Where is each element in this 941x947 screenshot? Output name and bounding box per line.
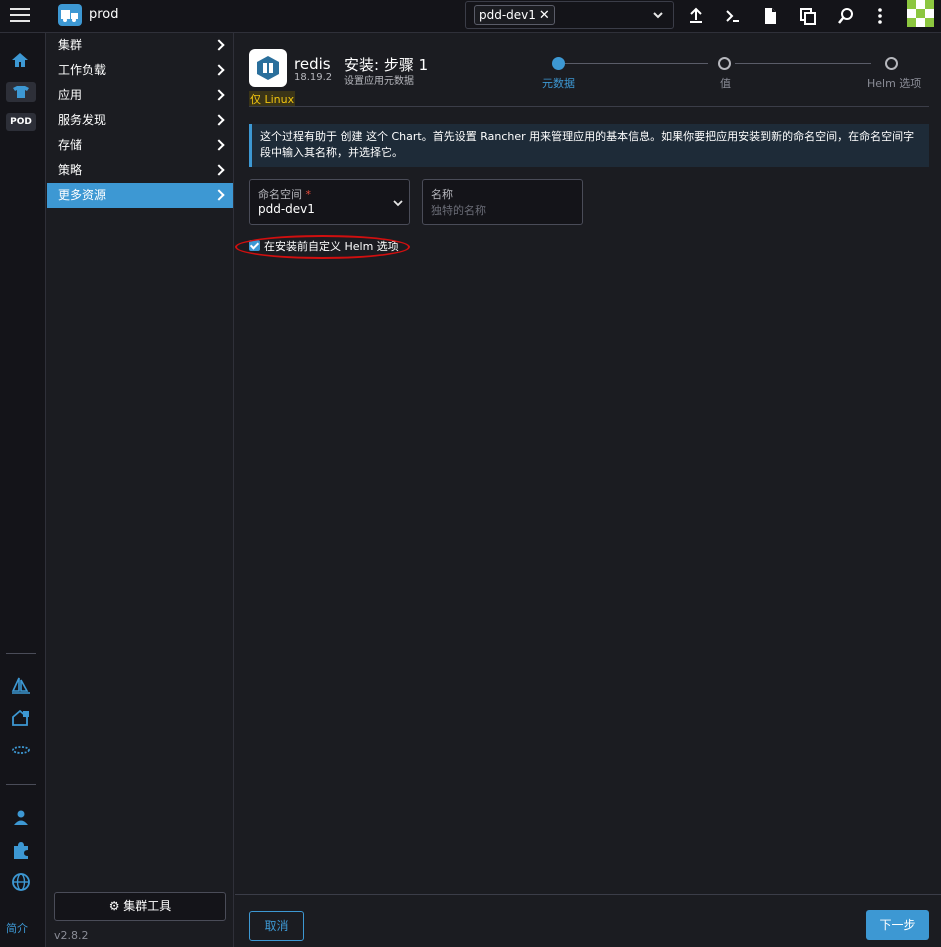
customize-helm-checkbox[interactable]: [249, 240, 260, 251]
kubeconfig-file-icon[interactable]: [759, 5, 781, 27]
side-nav: 集群工作负载应用服务发现存储策略更多资源 ⚙ 集群工具 v2.8.2: [47, 33, 234, 947]
customize-helm-label[interactable]: 在安装前自定义 Helm 选项: [264, 238, 399, 254]
version-label: v2.8.2: [54, 929, 89, 942]
avatar[interactable]: [907, 0, 934, 27]
namespace-value: pdd-dev1: [258, 202, 315, 216]
fleet-sail-icon[interactable]: [10, 676, 32, 696]
import-yaml-icon[interactable]: [685, 5, 707, 27]
chevron-right-icon: [213, 64, 225, 76]
sidebar-item-label: 工作负载: [58, 63, 107, 77]
user-icon[interactable]: [10, 808, 32, 828]
namespace-filter[interactable]: pdd-dev1 ✕: [465, 1, 674, 29]
name-label: 名称: [431, 188, 453, 201]
copy-kubeconfig-icon[interactable]: [797, 5, 819, 27]
footer: 取消 下一步: [235, 894, 941, 947]
sidebar-item[interactable]: 工作负载: [47, 58, 233, 83]
top-bar: prod pdd-dev1 ✕: [0, 0, 941, 33]
main-content: redis 18.19.2 安装: 步骤 1 设置应用元数据 仅 Linux 元…: [235, 33, 941, 947]
namespace-chip[interactable]: pdd-dev1 ✕: [474, 5, 555, 25]
sidebar-item[interactable]: 策略: [47, 158, 233, 183]
wizard-step-label-values[interactable]: 值: [720, 75, 731, 91]
divider: [6, 653, 36, 654]
network-chain-icon[interactable]: [10, 740, 32, 760]
about-link[interactable]: 简介: [6, 920, 28, 936]
pod-badge[interactable]: POD: [6, 113, 36, 131]
wizard-step-label-helm[interactable]: Helm 选项: [867, 75, 921, 91]
search-icon[interactable]: [835, 5, 857, 27]
chevron-right-icon: [213, 114, 225, 126]
divider: [6, 784, 36, 785]
wizard-connector: [565, 63, 708, 64]
name-placeholder: 独特的名称: [431, 204, 486, 217]
redis-logo-icon: [249, 49, 287, 87]
wizard-step-dot-helm[interactable]: [885, 57, 898, 70]
nav-list: 集群工作负载应用服务发现存储策略更多资源: [47, 33, 233, 208]
chevron-down-icon: [393, 200, 403, 207]
remove-chip-icon[interactable]: ✕: [539, 8, 550, 23]
sidebar-item-label: 策略: [58, 163, 83, 177]
chevron-right-icon: [213, 164, 225, 176]
namespace-chip-label: pdd-dev1: [479, 8, 536, 22]
icon-rail: POD 简介: [0, 33, 46, 947]
namespace-select[interactable]: 命名空间 * pdd-dev1: [249, 179, 410, 225]
chevron-down-icon: [653, 12, 663, 19]
chevron-right-icon: [213, 89, 225, 101]
sidebar-item[interactable]: 服务发现: [47, 108, 233, 133]
globe-icon[interactable]: [10, 872, 32, 892]
sidebar-item-label: 应用: [58, 88, 83, 102]
wizard-connector: [735, 63, 871, 64]
cancel-button[interactable]: 取消: [249, 911, 304, 941]
next-button[interactable]: 下一步: [866, 910, 929, 940]
sidebar-item-label: 服务发现: [58, 113, 107, 127]
os-badge: 仅 Linux: [249, 91, 296, 107]
wizard-step-dot-metadata[interactable]: [552, 57, 565, 70]
name-input[interactable]: 名称 独特的名称: [422, 179, 583, 225]
sidebar-item-label: 更多资源: [58, 188, 107, 202]
extensions-puzzle-icon[interactable]: [10, 840, 32, 860]
info-banner: 这个过程有助于 创建 这个 Chart。首先设置 Rancher 用来管理应用的…: [249, 124, 929, 167]
virtualization-icon[interactable]: [10, 708, 32, 728]
page-subtitle: 设置应用元数据: [344, 76, 414, 87]
sidebar-item[interactable]: 更多资源: [47, 183, 233, 208]
wizard-step-label-metadata[interactable]: 元数据: [542, 75, 575, 91]
app-name: redis: [294, 55, 331, 73]
cluster-tools-label: 集群工具: [123, 899, 172, 913]
more-icon[interactable]: [869, 5, 891, 27]
info-banner-text: 这个过程有助于 创建 这个 Chart。首先设置 Rancher 用来管理应用的…: [260, 130, 915, 159]
cluster-explorer-icon[interactable]: [6, 82, 36, 102]
sidebar-item[interactable]: 应用: [47, 83, 233, 108]
sidebar-item[interactable]: 存储: [47, 133, 233, 158]
app-version: 18.19.2: [294, 72, 333, 83]
gear-icon: ⚙: [108, 899, 120, 913]
kubectl-shell-icon[interactable]: [722, 5, 744, 27]
cluster-logo-icon: [58, 4, 82, 26]
wizard-step-dot-values[interactable]: [718, 57, 731, 70]
chevron-right-icon: [213, 139, 225, 151]
cluster-tools-button[interactable]: ⚙ 集群工具: [54, 892, 226, 921]
chevron-right-icon: [213, 189, 225, 201]
divider: [249, 106, 929, 107]
namespace-label: 命名空间 *: [258, 188, 311, 201]
wizard-steps: 元数据 值 Helm 选项: [535, 57, 930, 93]
hamburger-menu-icon[interactable]: [10, 8, 30, 24]
chevron-right-icon: [213, 39, 225, 51]
sidebar-item-label: 存储: [58, 138, 83, 152]
sidebar-item-label: 集群: [58, 38, 83, 52]
home-icon[interactable]: [10, 51, 32, 71]
sidebar-item[interactable]: 集群: [47, 33, 233, 58]
cluster-name: prod: [89, 7, 119, 22]
